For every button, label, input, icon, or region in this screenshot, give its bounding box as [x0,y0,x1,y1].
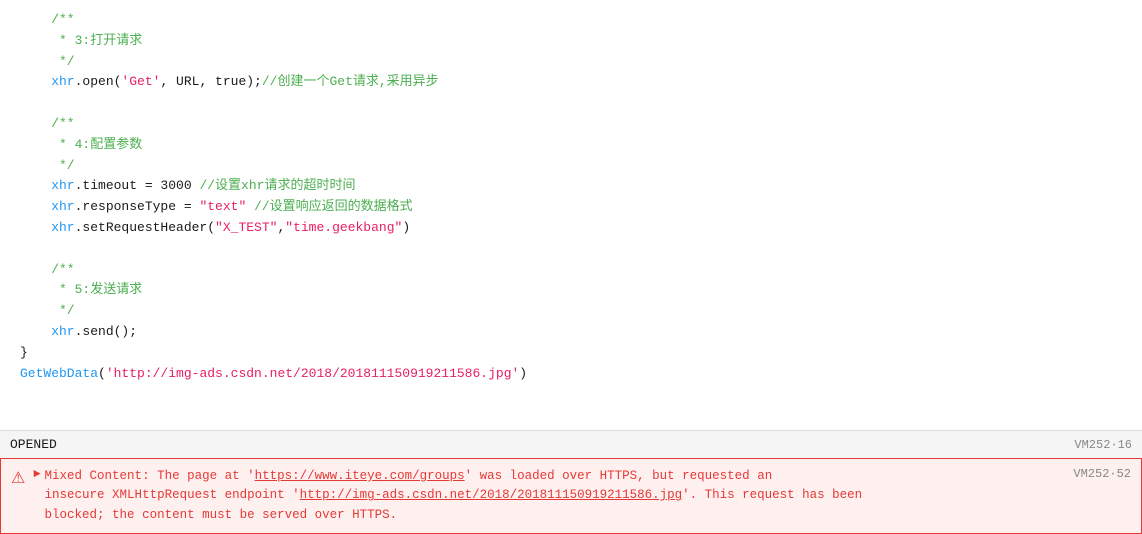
code-token: */ [20,52,75,73]
code-token [246,197,254,218]
code-line: /** [0,260,1142,281]
code-token: 'Get' [121,72,160,93]
code-line: xhr.timeout = 3000 //设置xhr请求的超时时间 [0,176,1142,197]
code-token: .send(); [75,322,137,343]
code-line: } [0,343,1142,364]
code-token: GetWebData [20,364,98,385]
code-line: xhr.setRequestHeader("X_TEST","time.geek… [0,218,1142,239]
code-token: * 5:发送请求 [20,280,142,301]
code-line [0,239,1142,260]
error-text-content: Mixed Content: The page at 'https://www.… [45,467,1064,525]
code-line: */ [0,301,1142,322]
error-line2: insecure XMLHttpRequest endpoint 'http:/… [45,488,863,502]
code-token: xhr [20,176,75,197]
code-token: xhr [20,322,75,343]
code-token: 'http://img-ads.csdn.net/2018/2018111509… [106,364,519,385]
code-token: * 3:打开请求 [20,31,142,52]
code-line: * 3:打开请求 [0,31,1142,52]
code-line: GetWebData('http://img-ads.csdn.net/2018… [0,364,1142,385]
error-icon: ⚠ [11,468,25,488]
code-token: .setRequestHeader( [75,218,215,239]
code-token: , URL, true); [160,72,261,93]
code-token: */ [20,301,75,322]
error-link2[interactable]: http://img-ads.csdn.net/2018/20181115091… [300,488,683,502]
code-token: ( [98,364,106,385]
code-token: "X_TEST" [215,218,277,239]
code-line: xhr.responseType = "text" //设置响应返回的数据格式 [0,197,1142,218]
status-bar: OPENED VM252·16 [0,430,1142,458]
code-line: */ [0,52,1142,73]
code-token: */ [20,156,75,177]
code-token: .responseType = [75,197,200,218]
error-line3: blocked; the content must be served over… [45,508,398,522]
code-line: /** [0,114,1142,135]
opened-status: OPENED [10,437,57,452]
code-token: //创建一个Get请求,采用异步 [262,72,439,93]
code-token: //设置响应返回的数据格式 [254,197,413,218]
code-content: /** * 3:打开请求 */ xhr.open('Get', URL, tru… [0,0,1142,430]
code-token: "time.geekbang" [285,218,402,239]
code-line [0,93,1142,114]
code-token: * 4:配置参数 [20,135,142,156]
error-vm-badge: VM252·52 [1073,467,1131,481]
code-token: .open( [75,72,122,93]
code-token: .timeout = 3000 [75,176,200,197]
code-token: /** [20,260,75,281]
code-line: * 4:配置参数 [0,135,1142,156]
code-token: xhr [20,218,75,239]
code-token: , [277,218,285,239]
code-editor: /** * 3:打开请求 */ xhr.open('Get', URL, tru… [0,0,1142,534]
code-token: //设置xhr请求的超时时间 [199,176,355,197]
code-line: xhr.send(); [0,322,1142,343]
code-token: ) [519,364,527,385]
code-token: xhr [20,72,75,93]
error-link1[interactable]: https://www.iteye.com/groups [255,469,465,483]
code-token: xhr [20,197,75,218]
code-line: /** [0,10,1142,31]
vm-badge: VM252·16 [1074,438,1132,452]
code-line: xhr.open('Get', URL, true);//创建一个Get请求,采… [0,72,1142,93]
code-token: /** [20,114,75,135]
code-token: "text" [199,197,246,218]
code-token: } [20,343,28,364]
error-line1: Mixed Content: The page at 'https://www.… [45,469,773,483]
error-expand-arrow[interactable]: ► [33,467,40,481]
code-line: * 5:发送请求 [0,280,1142,301]
error-message-bar: ⚠ ► Mixed Content: The page at 'https://… [0,458,1142,534]
code-line: */ [0,156,1142,177]
code-token: ) [402,218,410,239]
code-token: /** [20,10,75,31]
